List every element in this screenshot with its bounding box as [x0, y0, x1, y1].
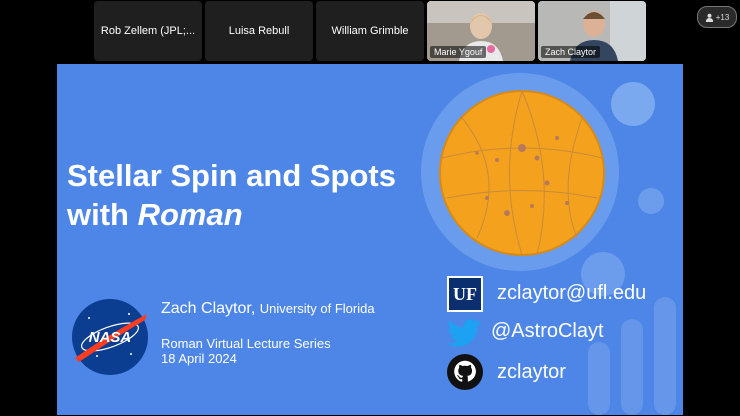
slide-title-line1: Stellar Spin and Spots: [67, 158, 396, 193]
participant-tile[interactable]: William Grimble: [316, 1, 424, 61]
participant-name: Marie Ygouf: [430, 46, 487, 58]
uf-logo: UF: [447, 276, 483, 312]
shared-slide: Stellar Spin and Spots with Roman NASA Z…: [57, 64, 683, 415]
nasa-logo-text: NASA: [89, 329, 132, 346]
slide-title-line2: with Roman: [67, 195, 396, 234]
slide-title-prefix: with: [67, 197, 138, 232]
lecture-series: Roman Virtual Lecture Series 18 April 20…: [161, 336, 331, 366]
twitter-icon: [447, 319, 481, 347]
nasa-logo: NASA: [72, 299, 148, 375]
slide-title: Stellar Spin and Spots with Roman: [67, 156, 396, 234]
participant-name: Rob Zellem (JPL;...: [100, 25, 196, 37]
contact-twitter: @AstroClayt: [491, 320, 604, 342]
github-icon: [447, 354, 483, 390]
speaker-line: Zach Claytor, University of Florida: [161, 300, 375, 318]
contact-email: zclaytor@ufl.edu: [497, 282, 647, 304]
spotted-star-image: [439, 90, 605, 256]
participant-video-tile[interactable]: Zach Claytor: [538, 1, 646, 61]
uf-logo-text: UF: [453, 283, 477, 304]
participant-name: Zach Claytor: [541, 46, 601, 58]
participant-count-button[interactable]: +13: [697, 6, 737, 28]
speaker-affiliation: University of Florida: [259, 301, 375, 316]
slide-title-italic: Roman: [137, 197, 243, 232]
participant-tile[interactable]: Rob Zellem (JPL;...: [94, 1, 202, 61]
participant-count: +13: [715, 12, 730, 22]
participant-name: Luisa Rebull: [228, 25, 290, 37]
speaker-name: Zach Claytor,: [161, 300, 256, 317]
series-date: 18 April 2024: [161, 351, 237, 366]
contact-github: zclaytor: [497, 361, 566, 383]
series-name: Roman Virtual Lecture Series: [161, 336, 331, 351]
participant-name: William Grimble: [331, 25, 409, 37]
participant-tile[interactable]: Luisa Rebull: [205, 1, 313, 61]
participant-video-tile[interactable]: Marie Ygouf: [427, 1, 535, 61]
people-icon: [705, 13, 713, 22]
